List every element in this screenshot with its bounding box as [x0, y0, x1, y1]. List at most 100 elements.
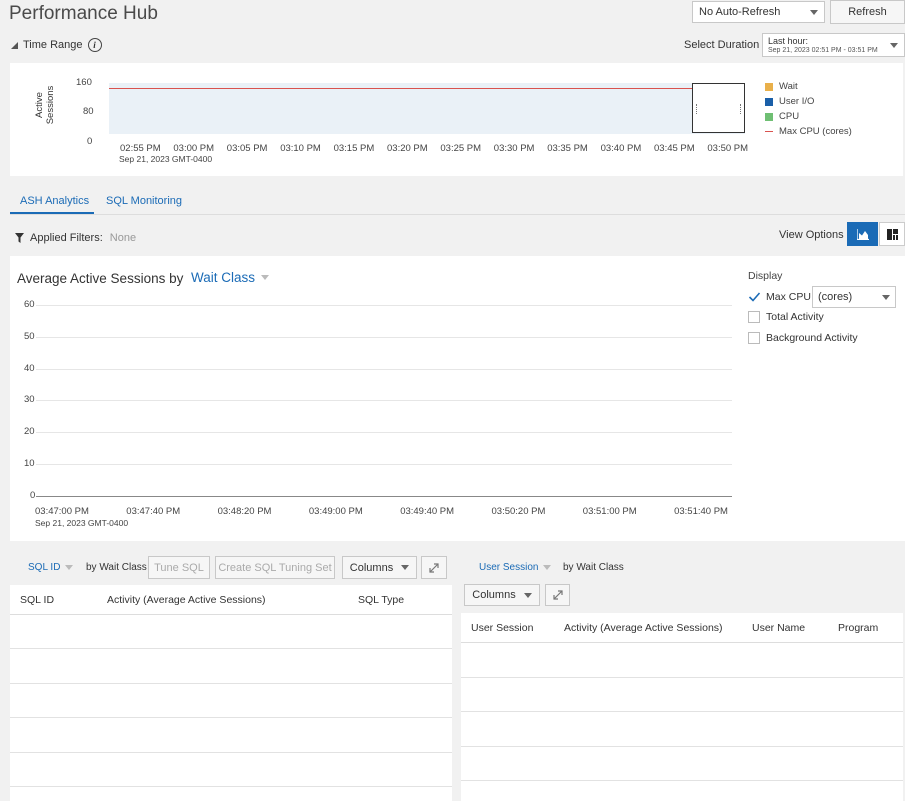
total-activity-option[interactable]: Total Activity [748, 311, 824, 323]
legend-item-cpu: CPU [765, 109, 852, 124]
gridline [36, 400, 732, 402]
background-activity-option[interactable]: Background Activity [748, 332, 858, 344]
x-axis-subtitle: Sep 21, 2023 GMT-0400 [119, 154, 213, 164]
time-selection-window[interactable] [692, 83, 745, 133]
select-duration-label: Select Duration [684, 39, 760, 51]
time-range-plot-area[interactable] [109, 83, 745, 134]
gridline [36, 368, 732, 370]
legend-swatch [765, 97, 773, 106]
total-activity-label: Total Activity [766, 311, 824, 323]
chevron-down-icon [401, 565, 410, 570]
table-row[interactable] [10, 718, 452, 753]
column-header-program[interactable]: Program [838, 622, 878, 634]
tab-ash-analytics[interactable]: ASH Analytics [20, 195, 89, 207]
y-axis-title: Active Sessions [34, 75, 56, 135]
page-title: Performance Hub [9, 3, 158, 24]
x-tick: 03:50 PM [707, 143, 749, 154]
column-header-sql-type[interactable]: SQL Type [358, 594, 404, 606]
left-expand-button[interactable] [421, 556, 447, 579]
y-axis-title-line1: Active [34, 92, 45, 118]
info-icon[interactable]: i [87, 38, 102, 52]
table-row[interactable] [10, 615, 452, 649]
y-tick: 60 [24, 299, 35, 310]
y-tick: 40 [24, 362, 35, 374]
table-row[interactable] [461, 712, 903, 747]
tune-sql-button[interactable]: Tune SQL [148, 556, 210, 579]
dimension-select[interactable]: Wait Class [191, 270, 270, 285]
column-header-user-session[interactable]: User Session [471, 622, 533, 634]
column-header-sql-id[interactable]: SQL ID [20, 594, 54, 606]
max-cpu-line [109, 88, 745, 89]
legend-item-max-cpu: Max CPU (cores) [765, 124, 852, 139]
legend-swatch [765, 131, 773, 132]
drag-handle-right[interactable] [740, 104, 741, 114]
user-session-dimension: User Session [479, 562, 539, 573]
table-row[interactable] [10, 649, 452, 684]
right-by-label: by Wait Class [563, 562, 624, 573]
y-tick: 30 [24, 394, 35, 406]
y-tick: 50 [24, 330, 35, 342]
time-range-legend: Wait User I/O CPU Max CPU (cores) [765, 79, 852, 139]
checkmark-icon[interactable] [748, 291, 761, 303]
refresh-button[interactable]: Refresh [830, 0, 905, 24]
chevron-down-icon [890, 43, 898, 48]
right-columns-button[interactable]: Columns [464, 584, 540, 606]
background-activity-checkbox[interactable] [748, 332, 760, 344]
column-header-user-name[interactable]: User Name [752, 622, 805, 634]
x-tick: 02:55 PM [120, 143, 161, 154]
view-options-label: View Options [779, 229, 844, 241]
x-tick: 03:00 PM [173, 143, 215, 154]
time-range-panel: Active Sessions 160 80 0 02:55 PM 03:00 P… [10, 63, 903, 176]
cores-select[interactable]: (cores) [812, 286, 896, 308]
dimension-value: Wait Class [191, 270, 256, 285]
drag-handle-left[interactable] [696, 104, 697, 114]
legend-swatch [765, 112, 773, 121]
columns-label: Columns [472, 589, 516, 601]
x-tick: 03:15 PM [333, 143, 375, 154]
sql-id-select[interactable]: SQL ID [28, 562, 74, 573]
legend-item-user-io: User I/O [765, 94, 852, 109]
y-axis-title-line2: Sessions [45, 85, 56, 125]
legend-label: CPU [779, 111, 800, 122]
x-tick: 03:51:40 PM [674, 506, 728, 517]
x-tick: 03:51:00 PM [582, 506, 637, 517]
table-row[interactable] [10, 684, 452, 718]
treemap-view-button[interactable] [879, 222, 905, 246]
y-tick: 20 [24, 426, 35, 438]
expand-icon [429, 562, 439, 573]
x-tick: 03:05 PM [226, 143, 268, 154]
main-chart-panel: Average Active Sessions by Wait Class 60… [10, 256, 905, 541]
applied-filters-value: None [109, 232, 137, 244]
create-sql-tuning-set-button[interactable]: Create SQL Tuning Set [215, 556, 335, 579]
applied-filters-label: Applied Filters: [30, 232, 103, 244]
x-tick: 03:50:20 PM [491, 506, 546, 517]
tab-divider [10, 214, 905, 215]
tab-sql-monitoring[interactable]: SQL Monitoring [106, 195, 182, 207]
legend-label: Wait [779, 81, 798, 92]
total-activity-checkbox[interactable] [748, 311, 760, 323]
right-expand-button[interactable] [545, 584, 570, 606]
user-session-table: User Session Activity (Average Active Se… [461, 613, 903, 801]
chevron-down-icon [523, 592, 532, 598]
duration-select[interactable]: Last hour: Sep 21, 2023 02:51 PM - 03:51… [762, 33, 905, 57]
table-row[interactable] [461, 678, 903, 712]
user-session-select[interactable]: User Session [479, 562, 552, 573]
chart-view-button[interactable] [847, 222, 878, 246]
collapse-triangle-icon[interactable] [10, 41, 19, 50]
cores-value: (cores) [818, 291, 853, 303]
x-tick: 03:45 PM [654, 143, 695, 154]
main-chart-title: Average Active Sessions by [17, 271, 184, 286]
table-row[interactable] [461, 747, 903, 781]
column-header-activity[interactable]: Activity (Average Active Sessions) [564, 622, 723, 634]
auto-refresh-select[interactable]: No Auto-Refresh [692, 1, 825, 23]
left-columns-button[interactable]: Columns [342, 556, 417, 579]
duration-range: Sep 21, 2023 02:51 PM - 03:51 PM [768, 47, 878, 54]
x-tick: 03:25 PM [440, 143, 482, 154]
legend-item-wait: Wait [765, 79, 852, 94]
column-header-activity[interactable]: Activity (Average Active Sessions) [107, 594, 266, 606]
legend-swatch [765, 82, 773, 91]
table-row[interactable] [461, 643, 903, 678]
max-cpu-option[interactable]: Max CPU [748, 291, 811, 303]
x-tick: 03:20 PM [387, 143, 428, 154]
table-row[interactable] [10, 753, 452, 787]
